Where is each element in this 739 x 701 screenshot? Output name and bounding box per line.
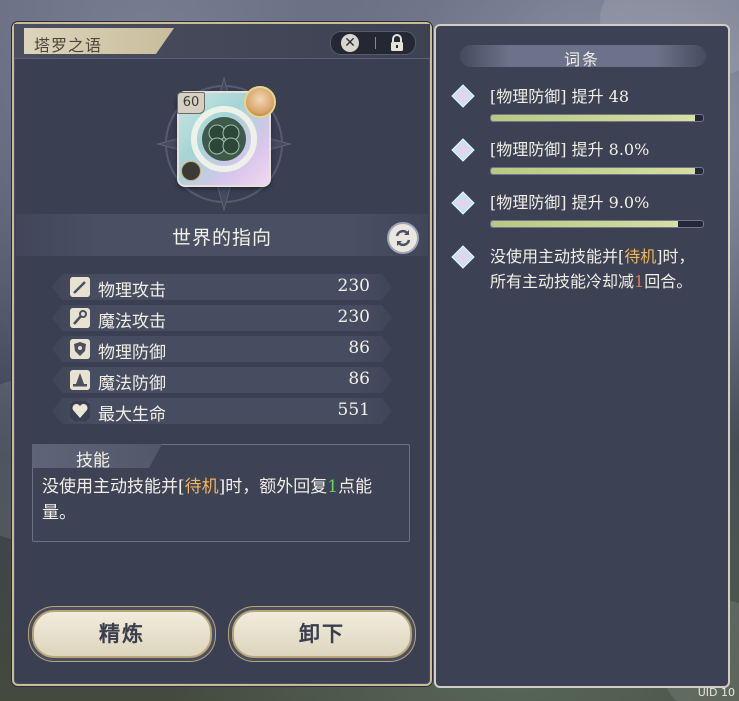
diamond-gem-icon (451, 138, 475, 162)
affix-roll-bar-3 (490, 220, 704, 228)
stat-label: 魔法防御 (98, 374, 166, 394)
stat-row-physical-attack: 物理攻击 230 (52, 274, 392, 300)
stat-row-physical-defense: 物理防御 86 (52, 336, 392, 362)
item-name: 世界的指向 (171, 227, 272, 249)
stat-value: 86 (348, 369, 370, 389)
lock-toggle-bar: ✕ (330, 31, 416, 55)
keyword-standby: 待机 (624, 247, 657, 266)
affix-text-3: [物理防御] 提升 9.0% (490, 193, 650, 212)
affix-roll-fill (491, 221, 678, 227)
sword-icon (70, 277, 90, 297)
stat-label: 最大生命 (98, 405, 166, 425)
stat-label: 魔法攻击 (98, 312, 166, 332)
unequip-button[interactable]: 卸下 (232, 610, 412, 658)
swap-icon[interactable] (387, 222, 419, 254)
card-level-badge: 60 (177, 92, 205, 114)
shield-icon (70, 339, 90, 359)
skill-description: 没使用主动技能并[待机]时，额外回复1点能量。 (42, 477, 373, 523)
stat-label: 物理攻击 (98, 281, 166, 301)
diamond-gem-icon (451, 84, 475, 108)
character-avatar (244, 86, 276, 118)
card-lock-icon (181, 161, 201, 181)
diamond-gem-icon (451, 191, 475, 215)
panel-header: 塔罗之语 ✕ (14, 24, 430, 59)
equipment-detail-panel: 塔罗之语 ✕ 60 世界的指向 物理攻击 230 魔法攻击 230 物理防御 8… (12, 22, 432, 686)
cooldown-amount: 1 (634, 272, 645, 291)
stat-value: 86 (348, 338, 370, 358)
affix-passive-text: 没使用主动技能并[待机]时，所有主动技能冷却减1回合。 (490, 247, 695, 291)
keyword-standby: 待机 (184, 477, 219, 497)
stat-value: 551 (337, 400, 370, 420)
affix-roll-bar-1 (490, 114, 704, 122)
affix-roll-fill (491, 115, 695, 121)
stat-row-magic-defense: 魔法防御 86 (52, 367, 392, 393)
panel-title: 塔罗之语 (34, 36, 103, 55)
discard-mark-icon[interactable]: ✕ (341, 34, 359, 52)
stat-row-magic-attack: 魔法攻击 230 (52, 305, 392, 331)
affix-roll-fill (491, 168, 695, 174)
energy-amount: 1 (327, 477, 339, 497)
affix-text-1: [物理防御] 提升 48 (490, 87, 630, 106)
heart-icon (70, 401, 90, 421)
wand-icon (70, 308, 90, 328)
stat-value: 230 (337, 307, 370, 327)
affix-panel: 词条 [物理防御] 提升 48 [物理防御] 提升 8.0% [物理防御] 提升… (434, 24, 730, 688)
affix-text-2: [物理防御] 提升 8.0% (490, 140, 650, 159)
stat-label: 物理防御 (98, 343, 166, 363)
lock-icon[interactable] (389, 34, 405, 52)
skill-title: 技能 (76, 451, 110, 471)
wizard-hat-icon (70, 370, 90, 390)
affix-title: 词条 (563, 50, 600, 69)
diamond-gem-icon (451, 245, 475, 269)
affix-roll-bar-2 (490, 167, 704, 175)
lock-divider (375, 37, 376, 49)
stat-row-max-hp: 最大生命 551 (52, 398, 392, 424)
stat-value: 230 (337, 276, 370, 296)
refine-button[interactable]: 精炼 (32, 610, 212, 658)
